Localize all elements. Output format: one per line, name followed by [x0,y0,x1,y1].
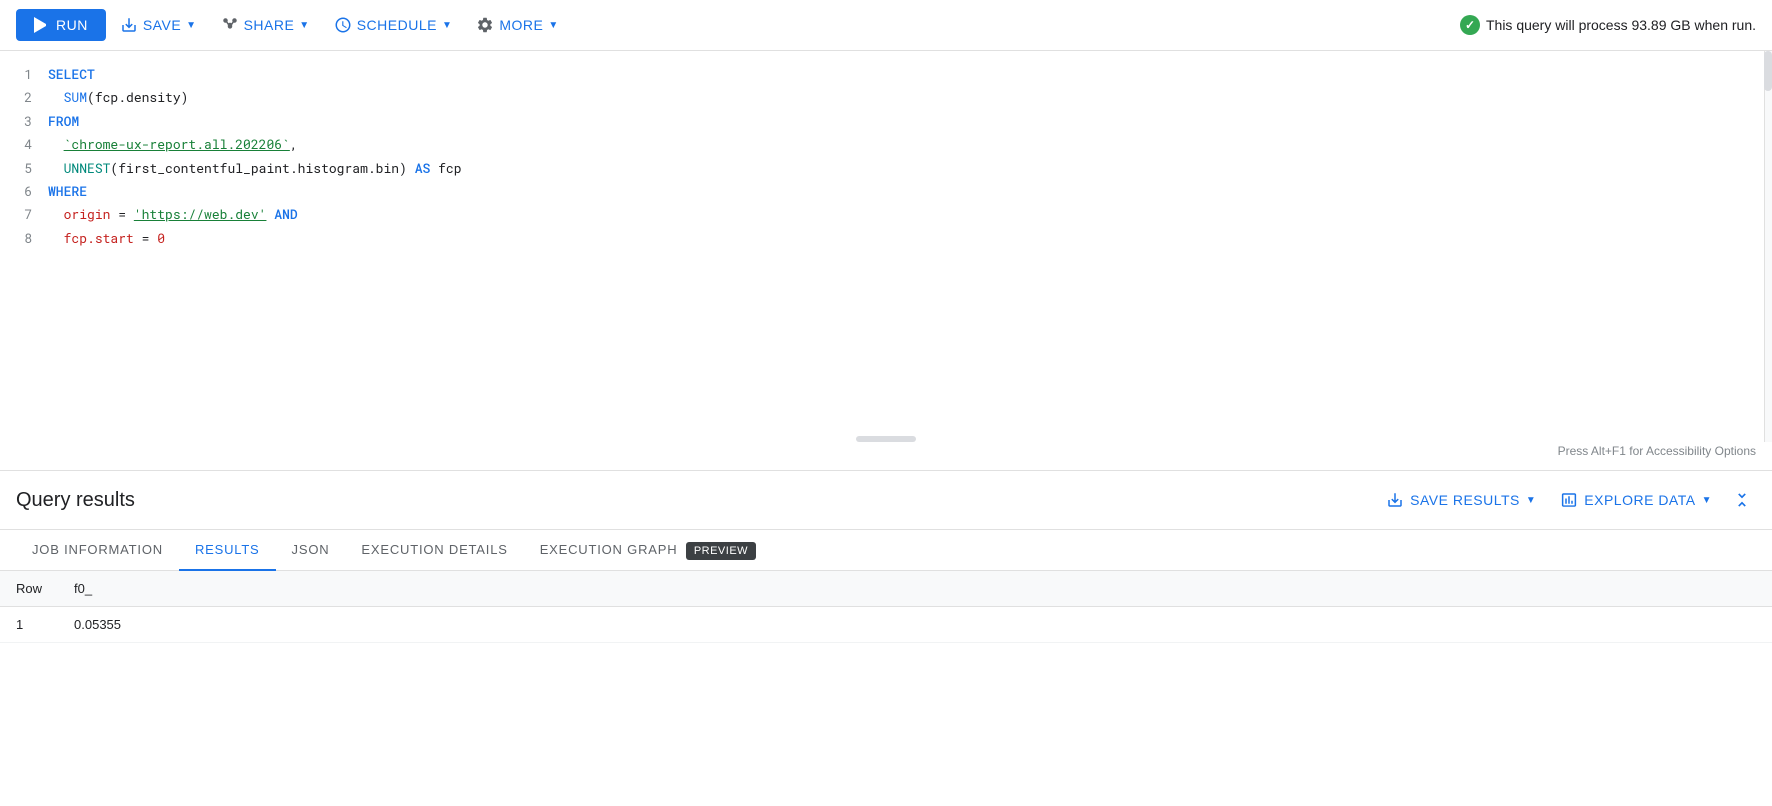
code-line-8: fcp.start = 0 [48,227,1772,250]
save-results-chevron-icon: ▼ [1526,495,1536,506]
vertical-scrollbar[interactable] [1764,51,1772,442]
more-label: MORE [499,17,543,33]
success-icon [1460,15,1480,35]
share-label: SHARE [244,17,295,33]
gear-icon [476,16,494,34]
code-content[interactable]: SELECT SUM(fcp.density) FROM `chrome-ux-… [48,63,1772,250]
results-table: Row f0_ 1 0.05355 [0,571,1772,643]
results-panel: Query results SAVE RESULTS ▼ EXPLORE DAT… [0,471,1772,643]
code-editor[interactable]: 1 2 3 4 5 6 7 8 SELECT SUM(fcp.density) … [0,51,1772,471]
results-tabs: JOB INFORMATION RESULTS JSON EXECUTION D… [0,530,1772,571]
col-f0: f0_ [58,571,137,607]
tab-job-information[interactable]: JOB INFORMATION [16,530,179,571]
run-button[interactable]: RUN [16,9,106,41]
expand-button[interactable] [1728,486,1756,514]
play-icon [34,17,50,33]
results-header: Query results SAVE RESULTS ▼ EXPLORE DAT… [0,471,1772,530]
table-row: 1 0.05355 [0,607,1772,643]
explore-data-icon [1560,491,1578,509]
accessibility-hint: Press Alt+F1 for Accessibility Options [1558,444,1756,458]
save-icon [120,16,138,34]
schedule-chevron-icon: ▼ [442,20,452,31]
save-chevron-icon: ▼ [186,20,196,31]
cell-f0-1: 0.05355 [58,607,137,643]
code-line-6: WHERE [48,180,1772,203]
schedule-label: SCHEDULE [357,17,437,33]
col-empty [137,571,1772,607]
tab-execution-graph[interactable]: EXECUTION GRAPH PREVIEW [524,530,772,571]
results-title: Query results [16,489,1378,512]
explore-data-button[interactable]: EXPLORE DATA ▼ [1552,485,1720,515]
tab-results[interactable]: RESULTS [179,530,276,571]
query-info: This query will process 93.89 GB when ru… [1460,15,1756,35]
explore-data-label: EXPLORE DATA [1584,492,1695,508]
code-line-1: SELECT [48,63,1772,86]
save-results-label: SAVE RESULTS [1410,492,1520,508]
code-line-5: UNNEST(first_contentful_paint.histogram.… [48,157,1772,180]
cell-row-1: 1 [0,607,58,643]
toolbar: RUN SAVE ▼ SHARE ▼ SCHEDULE ▼ MORE ▼ Thi… [0,0,1772,51]
save-button[interactable]: SAVE ▼ [110,8,207,42]
save-results-button[interactable]: SAVE RESULTS ▼ [1378,485,1544,515]
query-info-text: This query will process 93.89 GB when ru… [1486,17,1756,33]
code-line-2: SUM(fcp.density) [48,86,1772,109]
code-line-7: origin = 'https://web.dev' AND [48,203,1772,226]
save-results-icon [1386,491,1404,509]
code-line-4: `chrome-ux-report.all.202206`, [48,133,1772,156]
line-numbers: 1 2 3 4 5 6 7 8 [0,63,48,250]
more-chevron-icon: ▼ [548,20,558,31]
schedule-button[interactable]: SCHEDULE ▼ [324,8,463,42]
tab-execution-details[interactable]: EXECUTION DETAILS [345,530,523,571]
cell-empty-1 [137,607,1772,643]
share-chevron-icon: ▼ [299,20,309,31]
save-label: SAVE [143,17,181,33]
run-label: RUN [56,17,88,33]
explore-data-chevron-icon: ▼ [1702,495,1712,506]
schedule-icon [334,16,352,34]
vertical-scrollbar-thumb[interactable] [1764,51,1772,91]
share-button[interactable]: SHARE ▼ [211,8,320,42]
preview-badge: PREVIEW [686,542,756,560]
tab-json[interactable]: JSON [276,530,346,571]
col-row: Row [0,571,58,607]
code-line-3: FROM [48,110,1772,133]
horizontal-scrollbar[interactable] [856,436,916,442]
share-icon [221,16,239,34]
more-button[interactable]: MORE ▼ [466,8,568,42]
expand-icon [1732,490,1752,510]
results-actions: SAVE RESULTS ▼ EXPLORE DATA ▼ [1378,485,1756,515]
